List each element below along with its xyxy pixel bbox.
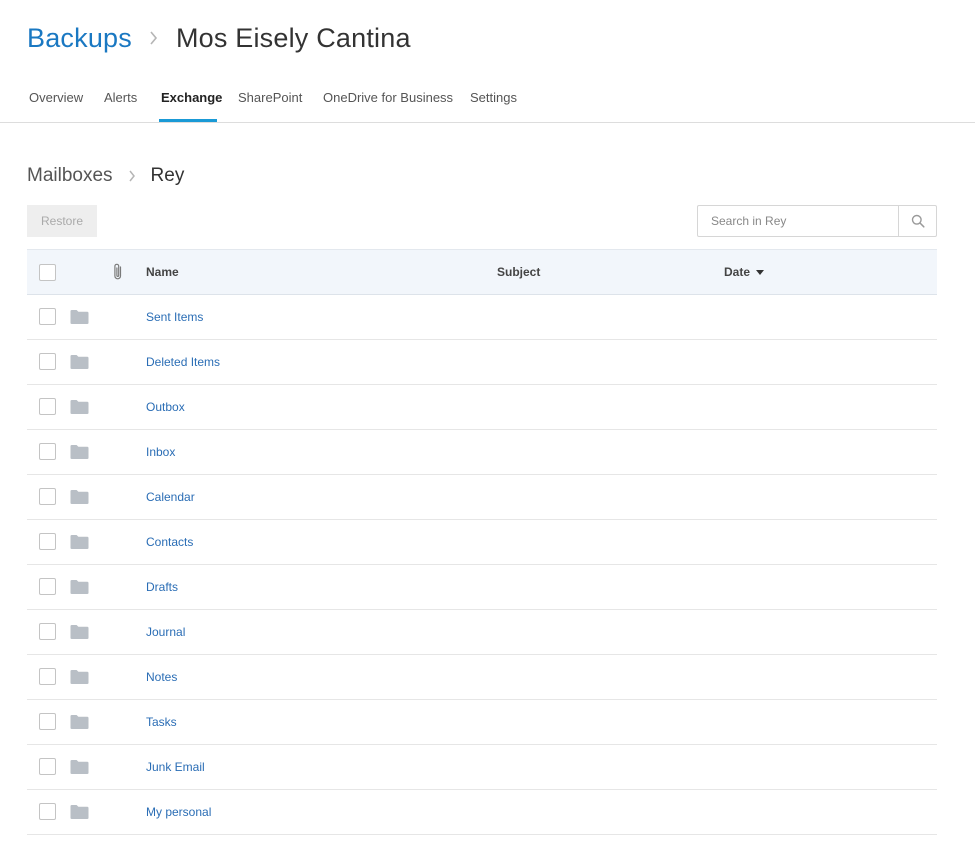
row-checkbox[interactable] xyxy=(39,443,56,460)
table-row[interactable]: Inbox xyxy=(27,430,937,475)
folder-icon xyxy=(70,804,89,820)
sort-descending-icon xyxy=(756,270,765,276)
table-header: Name Subject Date xyxy=(27,249,937,295)
folder-name-link[interactable]: Notes xyxy=(146,655,177,699)
folder-icon xyxy=(70,399,89,415)
row-checkbox[interactable] xyxy=(39,488,56,505)
row-checkbox[interactable] xyxy=(39,803,56,820)
table-row[interactable]: Junk Email xyxy=(27,745,937,790)
tab-onedrive-for-business[interactable]: OneDrive for Business xyxy=(323,80,453,122)
row-checkbox[interactable] xyxy=(39,578,56,595)
page: Backups Mos Eisely Cantina Overview Aler… xyxy=(0,0,975,847)
folder-name-link[interactable]: Journal xyxy=(146,610,185,654)
breadcrumb-current: Rey xyxy=(150,165,185,186)
column-header-date-label: Date xyxy=(724,265,751,279)
folder-name-link[interactable]: Junk Email xyxy=(146,745,205,789)
search-input[interactable] xyxy=(698,206,898,236)
table-row[interactable]: Notes xyxy=(27,655,937,700)
folder-icon xyxy=(70,354,89,370)
folder-icon xyxy=(70,579,89,595)
active-tab-indicator xyxy=(159,119,217,122)
folder-name-link[interactable]: Outbox xyxy=(146,385,185,429)
search-button[interactable] xyxy=(898,206,936,236)
tab-alerts[interactable]: Alerts xyxy=(104,80,137,122)
row-checkbox[interactable] xyxy=(39,623,56,640)
row-checkbox[interactable] xyxy=(39,353,56,370)
page-title: Mos Eisely Cantina xyxy=(175,22,411,53)
row-checkbox[interactable] xyxy=(39,668,56,685)
folder-name-link[interactable]: Inbox xyxy=(146,430,175,474)
table-row[interactable]: Sent Items xyxy=(27,295,937,340)
paperclip-icon xyxy=(111,262,125,282)
folder-name-link[interactable]: My personal xyxy=(146,790,211,834)
folder-icon xyxy=(70,714,89,730)
table-row[interactable]: Journal xyxy=(27,610,937,655)
column-header-subject[interactable]: Subject xyxy=(497,250,540,294)
row-checkbox[interactable] xyxy=(39,713,56,730)
tab-exchange[interactable]: Exchange xyxy=(161,80,222,122)
folder-name-link[interactable]: Contacts xyxy=(146,520,193,564)
table-body: Sent Items Deleted Items Outbox Inbox Ca… xyxy=(27,295,937,835)
restore-button[interactable]: Restore xyxy=(27,205,97,237)
mailbox-folder-table: Name Subject Date Sent Items Deleted Ite… xyxy=(27,249,937,835)
table-row[interactable]: Deleted Items xyxy=(27,340,937,385)
folder-icon xyxy=(70,534,89,550)
folder-icon xyxy=(70,669,89,685)
chevron-right-icon xyxy=(146,30,162,46)
table-row[interactable]: Drafts xyxy=(27,565,937,610)
folder-icon xyxy=(70,489,89,505)
breadcrumb: Mailboxes Rey xyxy=(27,162,184,190)
column-header-date[interactable]: Date xyxy=(724,250,765,294)
folder-name-link[interactable]: Tasks xyxy=(146,700,177,744)
table-row[interactable]: Tasks xyxy=(27,700,937,745)
search-icon xyxy=(911,214,925,228)
backups-link[interactable]: Backups xyxy=(27,23,132,54)
breadcrumb-mailboxes-link[interactable]: Mailboxes xyxy=(27,165,113,187)
table-row[interactable]: Calendar xyxy=(27,475,937,520)
table-row[interactable]: Contacts xyxy=(27,520,937,565)
table-row[interactable]: Outbox xyxy=(27,385,937,430)
row-checkbox[interactable] xyxy=(39,308,56,325)
folder-icon xyxy=(70,309,89,325)
chevron-right-icon xyxy=(125,169,139,183)
folder-name-link[interactable]: Sent Items xyxy=(146,295,203,339)
column-header-name[interactable]: Name xyxy=(146,250,179,294)
page-title-breadcrumb: Backups Mos Eisely Cantina xyxy=(27,18,411,58)
table-row[interactable]: My personal xyxy=(27,790,937,835)
folder-name-link[interactable]: Deleted Items xyxy=(146,340,220,384)
folder-icon xyxy=(70,624,89,640)
row-checkbox[interactable] xyxy=(39,398,56,415)
row-checkbox[interactable] xyxy=(39,758,56,775)
tab-overview[interactable]: Overview xyxy=(29,80,83,122)
tab-bar: Overview Alerts Exchange SharePoint OneD… xyxy=(0,80,975,123)
folder-name-link[interactable]: Calendar xyxy=(146,475,195,519)
folder-name-link[interactable]: Drafts xyxy=(146,565,178,609)
select-all-checkbox[interactable] xyxy=(39,264,56,281)
search-box xyxy=(697,205,937,237)
folder-icon xyxy=(70,759,89,775)
tab-settings[interactable]: Settings xyxy=(470,80,517,122)
tab-sharepoint[interactable]: SharePoint xyxy=(238,80,302,122)
row-checkbox[interactable] xyxy=(39,533,56,550)
folder-icon xyxy=(70,444,89,460)
